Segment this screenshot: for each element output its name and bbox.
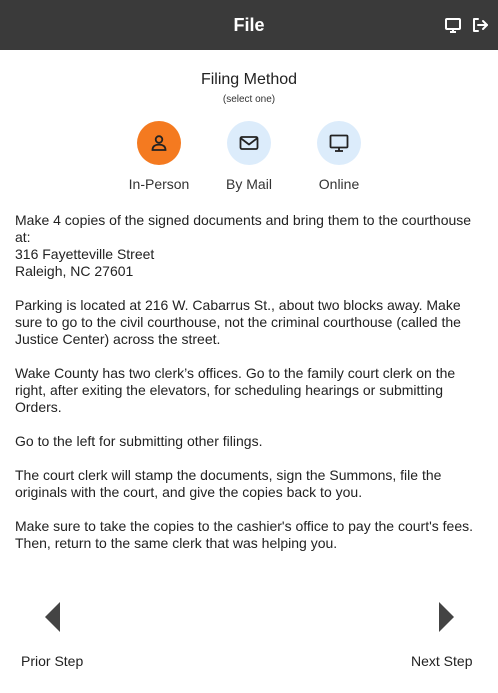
- instructions-intro: Make 4 copies of the signed documents an…: [15, 212, 472, 245]
- page-title: File: [233, 15, 265, 35]
- address-line-1: 316 Fayetteville Street: [15, 246, 155, 262]
- filing-method-title: Filing Method: [200, 71, 298, 88]
- logout-icon[interactable]: [471, 16, 489, 34]
- mail-icon: [239, 136, 259, 150]
- instructions-intro-block: Make 4 copies of the signed documents an…: [15, 212, 485, 280]
- address-line-2: Raleigh, NC 27601: [15, 263, 134, 279]
- instructions-clerks: Wake County has two clerk’s offices. Go …: [15, 365, 456, 415]
- method-by-mail-label: By Mail: [226, 176, 272, 192]
- prior-step-arrow-icon[interactable]: [44, 601, 62, 633]
- person-icon: [151, 135, 167, 151]
- monitor-icon: [329, 134, 349, 152]
- method-in-person[interactable]: In-Person: [114, 121, 204, 192]
- method-online-label: Online: [318, 176, 360, 192]
- method-in-person-label: In-Person: [128, 176, 190, 192]
- method-in-person-circle[interactable]: [137, 121, 181, 165]
- next-step-button[interactable]: Next Step: [411, 653, 472, 669]
- filing-method-subtitle: (select one): [222, 94, 276, 105]
- instructions-left: Go to the left for submitting other fili…: [15, 433, 263, 449]
- app-header: File: [0, 0, 498, 50]
- instructions-stamp: The court clerk will stamp the documents…: [15, 467, 442, 500]
- instructions-parking: Parking is located at 216 W. Cabarrus St…: [15, 297, 461, 347]
- monitor-icon[interactable]: [444, 16, 462, 34]
- instructions-cashier: Make sure to take the copies to the cash…: [15, 518, 474, 551]
- method-online[interactable]: Online: [294, 121, 384, 192]
- method-online-circle[interactable]: [317, 121, 361, 165]
- next-step-arrow-icon[interactable]: [437, 601, 455, 633]
- prior-step-button[interactable]: Prior Step: [21, 653, 83, 669]
- method-by-mail[interactable]: By Mail: [204, 121, 294, 192]
- method-by-mail-circle[interactable]: [227, 121, 271, 165]
- instructions: Make 4 copies of the signed documents an…: [15, 212, 485, 569]
